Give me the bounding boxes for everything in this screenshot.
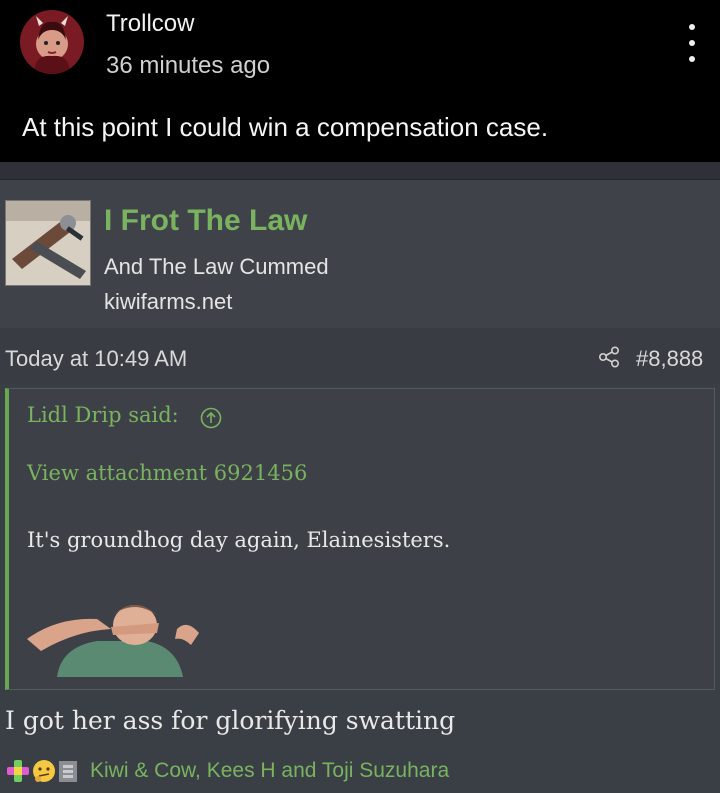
- comment-text: At this point I could win a compensation…: [22, 112, 549, 142]
- quoted-image[interactable]: [27, 589, 205, 677]
- link-title[interactable]: I Frot The Law: [104, 204, 307, 238]
- comment-username[interactable]: Trollcow: [106, 10, 194, 38]
- link-thumbnail-image: [5, 200, 91, 286]
- reaction-icons[interactable]: [5, 758, 85, 784]
- arrow-up-circle-icon[interactable]: [200, 407, 222, 429]
- post-number[interactable]: #8,888: [636, 346, 703, 372]
- more-vertical-icon[interactable]: [680, 24, 704, 62]
- quote-author[interactable]: Lidl Drip said:: [27, 403, 179, 427]
- menu-dot: [689, 40, 695, 46]
- link-description: And The Law Cummed: [104, 254, 329, 279]
- embed-top-strip: [0, 162, 720, 180]
- menu-dot: [689, 56, 695, 62]
- profile-avatar-icon[interactable]: [20, 10, 84, 74]
- comment-timestamp: 36 minutes ago: [106, 52, 271, 79]
- menu-dot: [689, 24, 695, 30]
- share-icon[interactable]: [598, 346, 620, 368]
- post-body: I got her ass for glorifying swatting: [5, 706, 456, 735]
- thinking-emoji-icon: [33, 760, 55, 782]
- embedded-post-screenshot[interactable]: I Frot The Law And The Law Cummed kiwifa…: [0, 162, 720, 793]
- reaction-users[interactable]: Kiwi & Cow, Kees H and Toji Suzuhara: [90, 759, 449, 783]
- attachment-link[interactable]: View attachment 6921456: [27, 461, 307, 485]
- link-domain: kiwifarms.net: [104, 289, 233, 314]
- plus-reaction-icon: [7, 760, 29, 782]
- quote-text: It's groundhog day again, Elainesisters.: [27, 528, 451, 552]
- comment-block: Trollcow 36 minutes ago At this point I …: [0, 0, 720, 162]
- quote-block: Lidl Drip said: View attachment 6921456 …: [5, 388, 715, 690]
- like-reaction-icon: [59, 761, 77, 782]
- link-preview-card[interactable]: I Frot The Law And The Law Cummed kiwifa…: [0, 180, 720, 328]
- post-meta-bar: Today at 10:49 AM #8,888: [0, 328, 720, 384]
- post-date[interactable]: Today at 10:49 AM: [5, 346, 187, 372]
